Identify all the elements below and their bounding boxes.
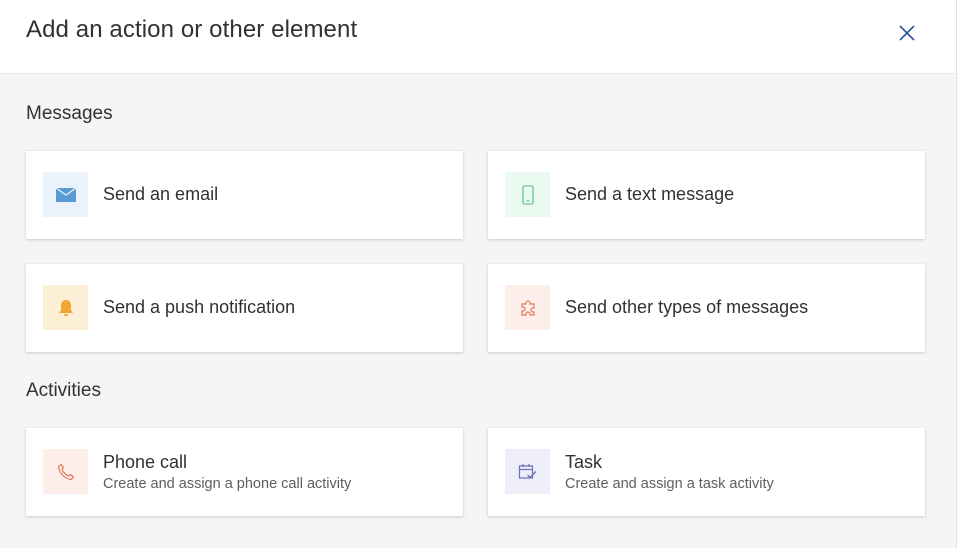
card-task[interactable]: Task Create and assign a task activity	[488, 428, 925, 516]
phone-icon-box	[505, 172, 550, 217]
task-icon	[518, 463, 536, 479]
card-label: Phone call	[103, 452, 188, 472]
phone-icon	[521, 184, 534, 205]
card-label: Send a text message	[565, 184, 735, 204]
card-description: Create and assign a task activity	[565, 476, 774, 492]
bell-icon	[58, 299, 73, 316]
puzzle-icon	[520, 299, 535, 316]
section-label-activities: Activities	[26, 380, 101, 401]
card-label: Task	[565, 452, 603, 472]
card-description: Create and assign a phone call activity	[103, 476, 352, 492]
card-label: Send other types of messages	[565, 297, 809, 317]
panel-header: Add an action or other element	[0, 0, 956, 74]
card-label: Send an email	[103, 184, 219, 204]
card-send-push-notification[interactable]: Send a push notification	[26, 264, 463, 352]
close-icon	[899, 25, 915, 41]
close-button[interactable]	[892, 18, 922, 48]
section-label-messages: Messages	[26, 103, 113, 124]
card-send-other-messages[interactable]: Send other types of messages	[488, 264, 925, 352]
task-icon-box	[505, 449, 550, 494]
bell-icon-box	[43, 285, 88, 330]
puzzle-icon-box	[505, 285, 550, 330]
mail-icon	[55, 187, 76, 202]
scrollbar[interactable]	[957, 0, 964, 548]
phone-call-icon-box	[43, 449, 88, 494]
phone-call-icon	[57, 463, 74, 480]
panel-title: Add an action or other element	[26, 16, 358, 43]
card-phone-call[interactable]: Phone call Create and assign a phone cal…	[26, 428, 463, 516]
mail-icon-box	[43, 172, 88, 217]
add-element-panel: Add an action or other element Messages …	[0, 0, 957, 548]
card-send-text-message[interactable]: Send a text message	[488, 151, 925, 239]
card-send-email[interactable]: Send an email	[26, 151, 463, 239]
card-label: Send a push notification	[103, 297, 296, 317]
